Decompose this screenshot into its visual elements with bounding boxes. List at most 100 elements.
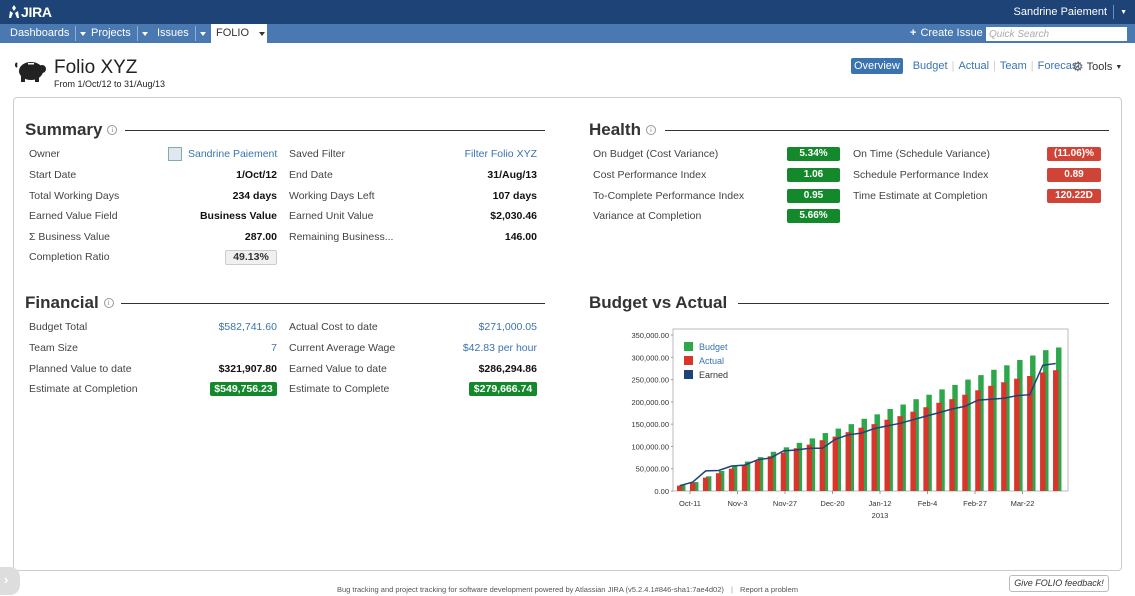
actual-bar [741,465,748,491]
chevron-down-icon[interactable]: ▼ [1120,9,1127,16]
chart-title-text: Budget vs Actual [589,293,728,312]
summary-title: Summary i [25,120,118,140]
actual-bar [780,452,787,491]
actual-bar [832,436,839,491]
field-label: Total Working Days [29,190,120,202]
chevron-down-icon: ▼ [1115,63,1123,71]
nav-label[interactable]: Issues [157,24,189,43]
chevron-down-icon[interactable] [255,26,267,41]
financial-value[interactable]: 7 [271,342,277,354]
field-label: Remaining Business... [289,231,394,243]
nav-issues[interactable]: Issues [147,24,209,43]
status-badge: 0.89 [1047,168,1101,182]
actual-bar [754,460,761,491]
footer-text: Bug tracking and project tracking for so… [337,585,724,594]
health-label: Time Estimate at Completion [853,190,988,202]
main-nav: Dashboards Projects Issues FOLIO + Create… [0,24,1135,43]
view-tabs: Overview | Budget | Actual | Team | Fore… [851,58,1080,74]
page-title: Folio XYZ [54,57,138,78]
legend-swatch [684,356,693,365]
financial-value[interactable]: $582,741.60 [219,321,277,333]
financial-title-text: Financial [25,293,99,312]
divider [1113,5,1115,19]
create-issue-label: Create Issue [920,27,983,39]
financial-label: Estimate to Complete [289,383,390,395]
tab-overview[interactable]: Overview [851,58,903,74]
actual-bar [806,444,813,491]
field-value: 1/Oct/12 [236,169,277,181]
status-badge: 1.06 [787,168,840,182]
piggy-bank-icon [15,62,46,82]
tab-budget[interactable]: Budget [913,58,948,74]
tab-team[interactable]: Team [1000,58,1027,74]
user-menu[interactable]: Sandrine Paiement ▼ [1014,5,1127,19]
y-tick-label: 300,000.00 [631,353,669,362]
health-label: Variance at Completion [593,210,702,222]
financial-title: Financial i [25,293,114,313]
financial-value[interactable]: $271,000.05 [479,321,537,333]
y-tick-label: 0.00 [654,487,669,496]
info-icon[interactable]: i [107,125,118,135]
chart-section-title: Budget vs Actual [589,293,727,313]
actual-bar [962,394,968,491]
actual-bar [936,402,942,491]
field-value: $2,030.46 [490,210,537,222]
nav-dashboards[interactable]: Dashboards [0,24,89,43]
user-name[interactable]: Sandrine Paiement [1014,6,1108,18]
nav-label[interactable]: Dashboards [10,24,69,43]
chevron-down-icon[interactable] [194,26,209,41]
health-label: Schedule Performance Index [853,169,989,181]
actual-bar [677,485,683,491]
report-problem-link[interactable]: Report a problem [740,585,798,594]
nav-projects[interactable]: Projects [81,24,151,43]
x-tick-label: Jan-12 [869,499,892,508]
y-tick-label: 350,000.00 [631,331,669,340]
financial-value[interactable]: $42.83 per hour [463,342,537,354]
actual-bar [728,468,735,491]
page-subtitle: From 1/Oct/12 to 31/Aug/13 [54,79,166,89]
x-tick-label: Oct-11 [679,499,701,508]
budget-vs-actual-chart: 350,000.00 300,000.00 250,000.00 200,000.00… [631,328,1069,520]
status-badge: 0.95 [787,189,840,203]
financial-value: $321,907.80 [218,363,277,375]
tools-menu[interactable]: ⚙ Tools ▼ [1072,59,1122,75]
info-icon[interactable]: i [103,298,114,308]
gear-icon: ⚙ [1072,59,1084,74]
actual-bar [988,385,994,491]
jira-logo[interactable]: JIRA [8,4,52,20]
x-tick-label: Mar-22 [1011,499,1035,508]
field-label: Owner [29,148,60,160]
financial-label: Planned Value to date [29,363,132,375]
plus-icon: + [910,27,917,39]
status-badge: 120.22D [1047,189,1101,203]
summary-rule [125,130,545,131]
field-value: 107 days [492,190,537,202]
health-title: Health i [589,120,656,140]
nav-label[interactable]: Projects [91,24,131,43]
field-value: 234 days [232,190,277,202]
tab-actual[interactable]: Actual [958,58,989,74]
financial-label: Team Size [29,342,79,354]
field-label: Saved Filter [289,148,346,160]
y-tick-label: 50,000.00 [636,465,669,474]
field-label: End Date [289,169,333,181]
legend-label: Budget [699,342,728,352]
actual-bar [910,411,916,491]
estimate-badge: $549,756.23 [210,382,277,396]
page-header: Folio XYZ From 1/Oct/12 to 31/Aug/13 Ove… [0,43,1135,97]
financial-label: Budget Total [29,321,88,333]
feedback-button[interactable]: Give FOLIO feedback! [1009,575,1109,592]
financial-rule [121,303,545,304]
top-header: JIRA Sandrine Paiement ▼ [0,0,1135,24]
health-rule [665,130,1109,131]
saved-filter-link[interactable]: Filter Folio XYZ [465,148,537,160]
completion-ratio: 49.13% [225,250,277,265]
owner-link[interactable]: Sandrine Paiement [188,148,277,160]
create-issue-button[interactable]: + Create Issue [910,27,983,39]
nav-label[interactable]: FOLIO [216,24,249,43]
chart-rule [738,303,1109,304]
info-icon[interactable]: i [645,125,656,135]
nav-folio[interactable]: FOLIO [211,24,267,43]
actual-bar [949,399,955,491]
quick-search-input[interactable] [986,27,1127,41]
